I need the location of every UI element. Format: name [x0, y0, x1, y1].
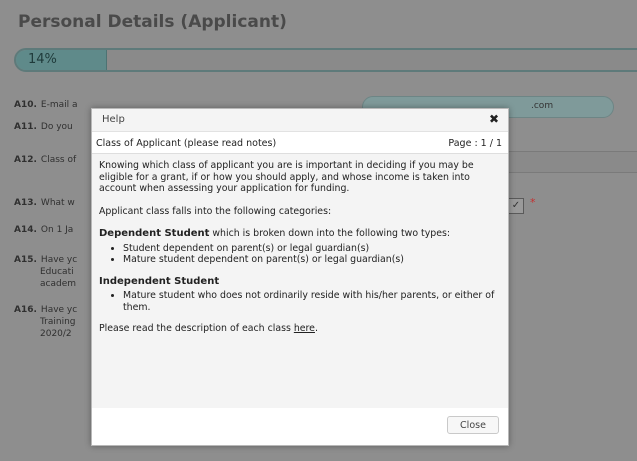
- question-text: academ: [40, 279, 76, 289]
- question-a12: A12. Class of: [14, 154, 76, 166]
- question-number: A13.: [14, 198, 37, 208]
- question-a11: A11. Do you: [14, 121, 73, 133]
- help-dialog: Help ✖ Class of Applicant (please read n…: [91, 108, 509, 446]
- question-text: On 1 Ja: [40, 225, 74, 235]
- list-item: Student dependent on parent(s) or legal …: [123, 243, 501, 255]
- question-text: Training: [40, 317, 76, 327]
- question-text: Have yc: [40, 305, 78, 315]
- email-field-value: .com: [531, 101, 554, 111]
- question-number: A16.: [14, 305, 37, 315]
- dependent-student-section: Dependent Student which is broken down i…: [99, 228, 501, 266]
- question-number: A15.: [14, 255, 37, 265]
- dependent-student-description: which is broken down into the following …: [209, 228, 451, 239]
- question-text: 2020/2: [40, 329, 72, 339]
- close-icon[interactable]: ✖: [489, 112, 499, 126]
- question-text: What w: [40, 198, 75, 208]
- question-checkbox[interactable]: ✓: [508, 198, 524, 214]
- question-text: Class of: [40, 155, 77, 165]
- dialog-subheader: Class of Applicant (please read notes) P…: [96, 138, 502, 149]
- dialog-title: Help: [102, 114, 125, 125]
- help-content: Knowing which class of applicant you are…: [99, 160, 501, 346]
- question-text: Educati: [40, 267, 74, 277]
- close-button[interactable]: Close: [447, 416, 499, 434]
- question-number: A10.: [14, 100, 37, 110]
- list-item: Mature student dependent on parent(s) or…: [123, 254, 501, 266]
- progress-label: 14%: [28, 52, 57, 67]
- question-text: E-mail a: [40, 100, 78, 110]
- required-marker: *: [530, 196, 536, 209]
- footer-text: Please read the description of each clas…: [99, 323, 294, 334]
- dialog-footer: Close: [92, 408, 508, 445]
- page-title: Personal Details (Applicant): [18, 12, 287, 32]
- dialog-body: Knowing which class of applicant you are…: [92, 153, 508, 409]
- question-a15: A15. Have yc Educati academ: [14, 254, 77, 290]
- question-number: A12.: [14, 155, 37, 165]
- dialog-header: Help ✖: [92, 109, 508, 132]
- page-indicator: Page : 1 / 1: [448, 138, 502, 149]
- here-link[interactable]: here: [294, 323, 315, 334]
- help-paragraph: Applicant class falls into the following…: [99, 205, 332, 217]
- dependent-student-list: Student dependent on parent(s) or legal …: [99, 243, 501, 266]
- independent-student-section: Independent Student Mature student who d…: [99, 276, 501, 314]
- question-a14: A14. On 1 Ja: [14, 224, 73, 236]
- help-footer-text: Please read the description of each clas…: [99, 323, 501, 335]
- help-paragraph: Knowing which class of applicant you are…: [99, 160, 474, 194]
- class-select[interactable]: [500, 151, 637, 173]
- dependent-student-heading: Dependent Student: [99, 228, 210, 239]
- question-a13: A13. What w: [14, 197, 75, 209]
- question-a10: A10. E-mail a: [14, 99, 78, 111]
- question-text: Do you: [40, 122, 73, 132]
- question-number: A14.: [14, 225, 37, 235]
- progress-bar: 14%: [14, 48, 637, 72]
- independent-student-heading: Independent Student: [99, 275, 220, 287]
- independent-student-list: Mature student who does not ordinarily r…: [99, 290, 501, 313]
- question-a16: A16. Have yc Training 2020/2: [14, 304, 77, 340]
- question-text: Have yc: [40, 255, 78, 265]
- question-number: A11.: [14, 122, 37, 132]
- list-item: Mature student who does not ordinarily r…: [123, 290, 501, 313]
- footer-end: .: [314, 323, 318, 334]
- dialog-subtitle: Class of Applicant (please read notes): [96, 138, 277, 149]
